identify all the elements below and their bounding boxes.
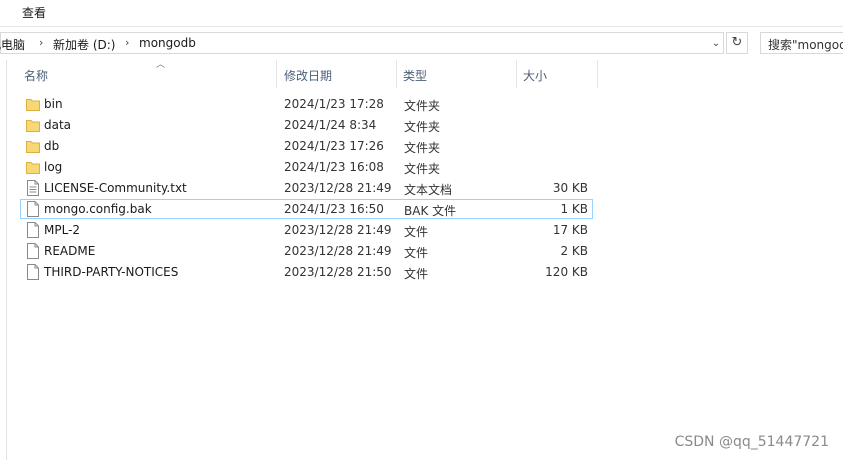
file-row[interactable]: log 2024/1/23 16:08 文件夹 xyxy=(20,157,593,177)
file-type: 文件 xyxy=(404,267,429,281)
ribbon: 查看 xyxy=(0,0,843,27)
file-row[interactable]: bin 2024/1/23 17:28 文件夹 xyxy=(20,94,593,114)
folder-icon xyxy=(26,159,40,175)
file-icon xyxy=(26,264,40,280)
file-size: 17 KB xyxy=(552,223,588,237)
file-row[interactable]: data 2024/1/24 8:34 文件夹 xyxy=(20,115,593,135)
chevron-down-icon[interactable]: ⌄ xyxy=(709,35,723,53)
column-divider[interactable] xyxy=(597,60,598,88)
file-row[interactable]: THIRD-PARTY-NOTICES 2023/12/28 21:50 文件 120… xyxy=(20,262,593,282)
breadcrumb-this-pc[interactable]: 此电脑 xyxy=(0,36,25,53)
column-size[interactable]: 大小 xyxy=(523,67,547,84)
file-date: 2023/12/28 21:50 xyxy=(284,265,392,279)
file-name: data xyxy=(44,118,72,132)
file-type: 文件夹 xyxy=(404,141,441,155)
breadcrumb-mongodb[interactable]: mongodb xyxy=(139,36,196,50)
sort-ascending-icon: ︿ xyxy=(156,60,166,70)
file-date: 2024/1/23 17:26 xyxy=(284,139,384,153)
watermark: CSDN @qq_51447721 xyxy=(674,434,829,450)
column-type[interactable]: 类型 xyxy=(403,67,427,84)
column-date[interactable]: 修改日期 xyxy=(284,67,332,84)
column-divider[interactable] xyxy=(516,60,517,88)
file-size: 2 KB xyxy=(560,244,588,258)
file-type: 文件 xyxy=(404,246,429,260)
file-row[interactable]: MPL-2 2023/12/28 21:49 文件 17 KB xyxy=(20,220,593,240)
file-name: THIRD-PARTY-NOTICES xyxy=(44,265,179,279)
column-divider[interactable] xyxy=(396,60,397,88)
address-row: 此电脑 › 新加卷 (D:) › mongodb ⌄ ↻ 搜索"mongodb" xyxy=(0,30,843,56)
folder-icon xyxy=(26,138,40,154)
file-icon xyxy=(26,222,40,238)
text-file-icon xyxy=(26,180,40,196)
file-name: bin xyxy=(44,97,63,111)
file-type: 文件 xyxy=(404,225,429,239)
file-name: db xyxy=(44,139,60,153)
column-divider[interactable] xyxy=(276,60,277,88)
file-type: 文件夹 xyxy=(404,99,441,113)
file-name: MPL-2 xyxy=(44,223,81,237)
refresh-icon: ↻ xyxy=(731,35,743,50)
column-header: ︿ 名称 修改日期 类型 大小 xyxy=(16,60,616,88)
file-date: 2023/12/28 21:49 xyxy=(284,223,392,237)
file-row[interactable]: README 2023/12/28 21:49 文件 2 KB xyxy=(20,241,593,261)
file-size: 120 KB xyxy=(545,265,588,279)
chevron-right-icon[interactable]: › xyxy=(39,36,43,49)
file-date: 2023/12/28 21:49 xyxy=(284,181,392,195)
column-name[interactable]: 名称 xyxy=(24,67,48,84)
file-size: 30 KB xyxy=(552,181,588,195)
tab-view[interactable]: 查看 xyxy=(22,4,46,21)
file-name: LICENSE-Community.txt xyxy=(44,181,187,195)
file-icon xyxy=(26,201,40,217)
file-date: 2024/1/23 16:50 xyxy=(284,202,384,216)
file-name: mongo.config.bak xyxy=(44,202,152,216)
search-input[interactable]: 搜索"mongodb" xyxy=(760,32,843,54)
search-placeholder: 搜索"mongodb" xyxy=(768,38,843,52)
refresh-button[interactable]: ↻ xyxy=(726,32,748,54)
file-date: 2024/1/24 8:34 xyxy=(284,118,377,132)
file-name: log xyxy=(44,160,63,174)
file-type: 文本文档 xyxy=(404,183,453,197)
file-date: 2024/1/23 17:28 xyxy=(284,97,384,111)
file-type: 文件夹 xyxy=(404,120,441,134)
file-row[interactable]: mongo.config.bak 2024/1/23 16:50 BAK 文件 1 K… xyxy=(20,199,593,219)
file-type: BAK 文件 xyxy=(404,204,457,218)
file-icon xyxy=(26,243,40,259)
file-row[interactable]: db 2024/1/23 17:26 文件夹 xyxy=(20,136,593,156)
breadcrumb-drive-d[interactable]: 新加卷 (D:) xyxy=(53,36,115,53)
folder-icon xyxy=(26,96,40,112)
chevron-right-icon[interactable]: › xyxy=(125,36,129,49)
file-name: README xyxy=(44,244,96,258)
file-type: 文件夹 xyxy=(404,162,441,176)
file-date: 2023/12/28 21:49 xyxy=(284,244,392,258)
address-bar[interactable]: 此电脑 › 新加卷 (D:) › mongodb ⌄ xyxy=(0,32,724,54)
file-date: 2024/1/23 16:08 xyxy=(284,160,384,174)
folder-icon xyxy=(26,117,40,133)
file-size: 1 KB xyxy=(560,202,588,216)
navigation-pane-edge xyxy=(0,60,7,460)
file-row[interactable]: LICENSE-Community.txt 2023/12/28 21:49 文本文… xyxy=(20,178,593,198)
